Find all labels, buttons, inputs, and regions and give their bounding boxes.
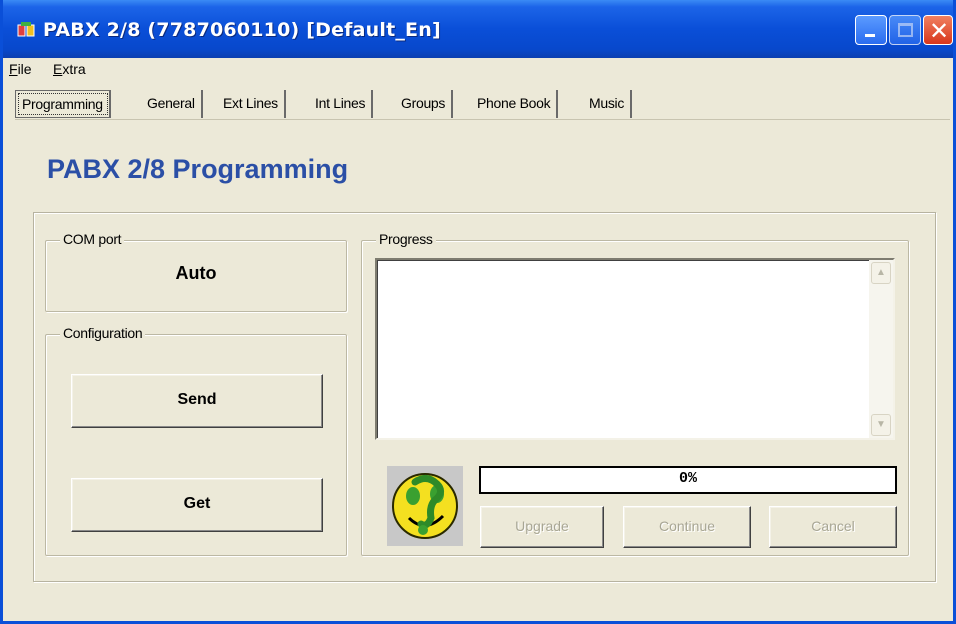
pabx-app-icon (17, 22, 35, 37)
configuration-label: Configuration (60, 325, 146, 341)
menu-file-label: ile (17, 61, 32, 77)
tab-programming[interactable]: Programming (15, 90, 111, 118)
tab-int-lines[interactable]: Int Lines (309, 90, 374, 118)
progress-label: Progress (376, 231, 436, 247)
upgrade-button-label: Upgrade (515, 518, 569, 534)
menu-file[interactable]: File (9, 61, 32, 77)
tab-divider (15, 119, 950, 120)
maximize-button[interactable] (889, 15, 921, 45)
close-button[interactable]: ✕ (923, 15, 953, 45)
maximize-icon (898, 23, 913, 37)
title-bar[interactable]: PABX 2/8 (7787060110) [Default_En] ✕ (3, 0, 953, 58)
progress-log-textarea[interactable]: ▲ ▼ (375, 258, 895, 440)
continue-button-label: Continue (658, 518, 716, 534)
window-title: PABX 2/8 (7787060110) [Default_En] (43, 19, 441, 41)
upgrade-button[interactable]: Upgrade (480, 506, 604, 548)
send-button-label: Send (177, 391, 217, 408)
smiley-face-icon (392, 473, 458, 539)
menu-extra-label: xtra (62, 61, 86, 77)
cancel-button[interactable]: Cancel (769, 506, 897, 548)
com-port-label: COM port (60, 231, 125, 247)
minimize-button[interactable] (855, 15, 887, 45)
com-port-value: Auto (175, 263, 217, 283)
tab-general[interactable]: General (141, 90, 203, 118)
close-icon: ✕ (928, 17, 950, 45)
status-image (387, 466, 463, 546)
progress-percent: 0% (678, 470, 697, 487)
progress-bar: 0% (479, 466, 897, 494)
tab-strip: Programming General Ext Lines Int Lines … (15, 90, 950, 120)
send-button[interactable]: Send (71, 374, 323, 428)
com-port-group: COM port Auto (45, 231, 347, 312)
tab-phone-book[interactable]: Phone Book (471, 90, 559, 118)
tab-music[interactable]: Music (583, 90, 633, 118)
get-button[interactable]: Get (71, 478, 323, 532)
scroll-down-arrow-icon[interactable]: ▼ (871, 414, 891, 436)
page-title: PABX 2/8 Programming (47, 154, 349, 184)
scroll-up-arrow-icon[interactable]: ▲ (871, 262, 891, 284)
minimize-icon (865, 34, 875, 37)
menu-bar: File Extra (3, 58, 953, 82)
progress-log-scrollbar[interactable]: ▲ ▼ (869, 260, 893, 438)
app-window: PABX 2/8 (7787060110) [Default_En] ✕ Fil… (0, 0, 956, 624)
menu-extra[interactable]: Extra (53, 61, 86, 77)
menu-extra-accel: E (53, 61, 63, 77)
tab-ext-lines[interactable]: Ext Lines (217, 90, 286, 118)
get-button-label: Get (183, 495, 211, 512)
tab-groups[interactable]: Groups (395, 90, 454, 118)
cancel-button-label: Cancel (811, 518, 855, 534)
continue-button[interactable]: Continue (623, 506, 751, 548)
menu-file-accel: F (9, 61, 18, 77)
